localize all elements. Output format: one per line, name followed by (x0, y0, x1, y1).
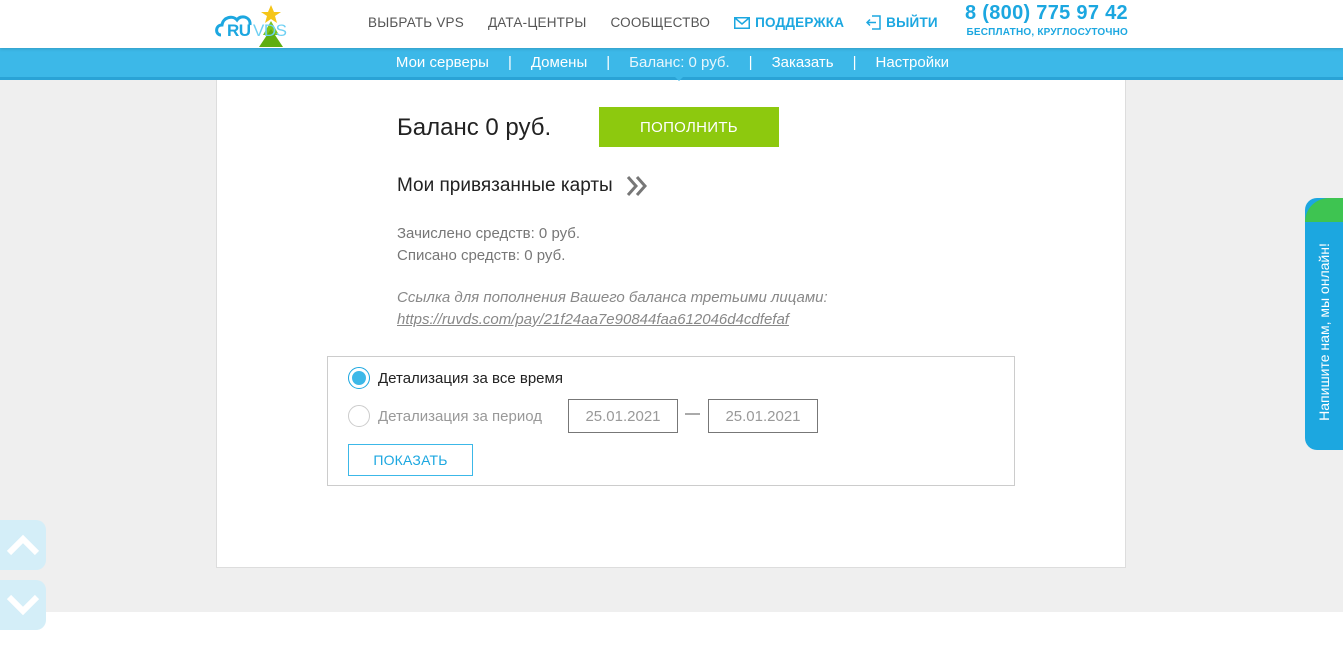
phone-note: БЕСПЛАТНО, КРУГЛОСУТОЧНО (966, 27, 1128, 38)
double-chevron-right-icon (625, 174, 649, 198)
third-party-pay-block: Ссылка для пополнения Вашего баланса тре… (397, 287, 828, 331)
linked-cards-label: Мои привязанные карты (397, 175, 613, 196)
debited-text: Списано средств: 0 руб. (397, 247, 566, 264)
radio-all-time-label: Детализация за все время (378, 369, 563, 387)
ruvds-logo[interactable]: RU VDS (213, 5, 293, 47)
subnav-separator: | (748, 54, 753, 71)
logo-vds-text: VDS (253, 21, 287, 40)
third-party-pay-link[interactable]: https://ruvds.com/pay/21f24aa7e90844faa6… (397, 309, 828, 331)
date-to-input[interactable]: 25.01.2021 (708, 399, 818, 433)
third-party-pay-label: Ссылка для пополнения Вашего баланса тре… (397, 289, 828, 306)
show-button[interactable]: ПОКАЗАТЬ (348, 444, 473, 476)
chevron-up-icon (6, 534, 40, 556)
scroll-down-button[interactable] (0, 580, 46, 630)
online-indicator (1305, 198, 1343, 222)
radio-all-time[interactable]: Детализация за все время (348, 367, 563, 389)
nav-datacenters[interactable]: ДАТА-ЦЕНТРЫ (488, 15, 587, 30)
chat-widget[interactable]: Напишите нам, мы онлайн! (1305, 198, 1343, 450)
logout-icon (866, 15, 881, 30)
topup-button[interactable]: ПОПОЛНИТЬ (599, 107, 779, 147)
phone-block: 8 (800) 775 97 42 БЕСПЛАТНО, КРУГЛОСУТОЧ… (965, 2, 1128, 38)
subnav-settings[interactable]: Настройки (876, 54, 950, 71)
subnav-order[interactable]: Заказать (772, 54, 834, 71)
funds-summary: Зачислено средств: 0 руб. Списано средст… (397, 223, 580, 267)
date-from-input[interactable]: 25.01.2021 (568, 399, 678, 433)
nav-logout-label: ВЫЙТИ (886, 15, 938, 30)
radio-period[interactable]: Детализация за период (348, 405, 542, 427)
radio-period-label: Детализация за период (378, 407, 542, 425)
date-separator: — (685, 405, 700, 422)
balance-card: Баланс 0 руб. ПОПОЛНИТЬ Мои привязанные … (216, 80, 1126, 568)
header: RU VDS ВЫБРАТЬ VPS ДАТА-ЦЕНТРЫ СООБЩЕСТВ… (0, 0, 1343, 48)
linked-cards-link[interactable]: Мои привязанные карты (397, 174, 649, 198)
envelope-icon (734, 16, 751, 29)
chat-label: Напишите нам, мы онлайн! (1316, 243, 1332, 421)
phone-number[interactable]: 8 (800) 775 97 42 (965, 2, 1128, 25)
scroll-up-button[interactable] (0, 520, 46, 570)
radio-all-time-control[interactable] (348, 367, 370, 389)
nav-choose-vps[interactable]: ВЫБРАТЬ VPS (368, 15, 464, 30)
subnav-separator: | (852, 54, 857, 71)
subnav-my-servers[interactable]: Мои серверы (396, 54, 489, 71)
nav-logout[interactable]: ВЫЙТИ (866, 15, 938, 30)
subnav-balance[interactable]: Баланс: 0 руб. (629, 54, 730, 81)
top-nav: ВЫБРАТЬ VPS ДАТА-ЦЕНТРЫ СООБЩЕСТВО ПОДДЕ… (368, 15, 938, 30)
subnav-domains[interactable]: Домены (531, 54, 587, 71)
subnav-separator: | (507, 54, 512, 71)
nav-community[interactable]: СООБЩЕСТВО (610, 15, 710, 30)
nav-support-label: ПОДДЕРЖКА (755, 15, 845, 30)
credited-text: Зачислено средств: 0 руб. (397, 225, 581, 242)
nav-support[interactable]: ПОДДЕРЖКА (734, 15, 844, 30)
balance-title: Баланс 0 руб. (397, 114, 552, 141)
chevron-down-icon (6, 594, 40, 616)
account-subnav: Мои серверы | Домены | Баланс: 0 руб. | … (0, 48, 1343, 81)
subnav-separator: | (606, 54, 611, 71)
details-form: Детализация за все время Детализация за … (327, 356, 1015, 486)
radio-period-control[interactable] (348, 405, 370, 427)
logo-ru-text: RU (227, 21, 251, 40)
